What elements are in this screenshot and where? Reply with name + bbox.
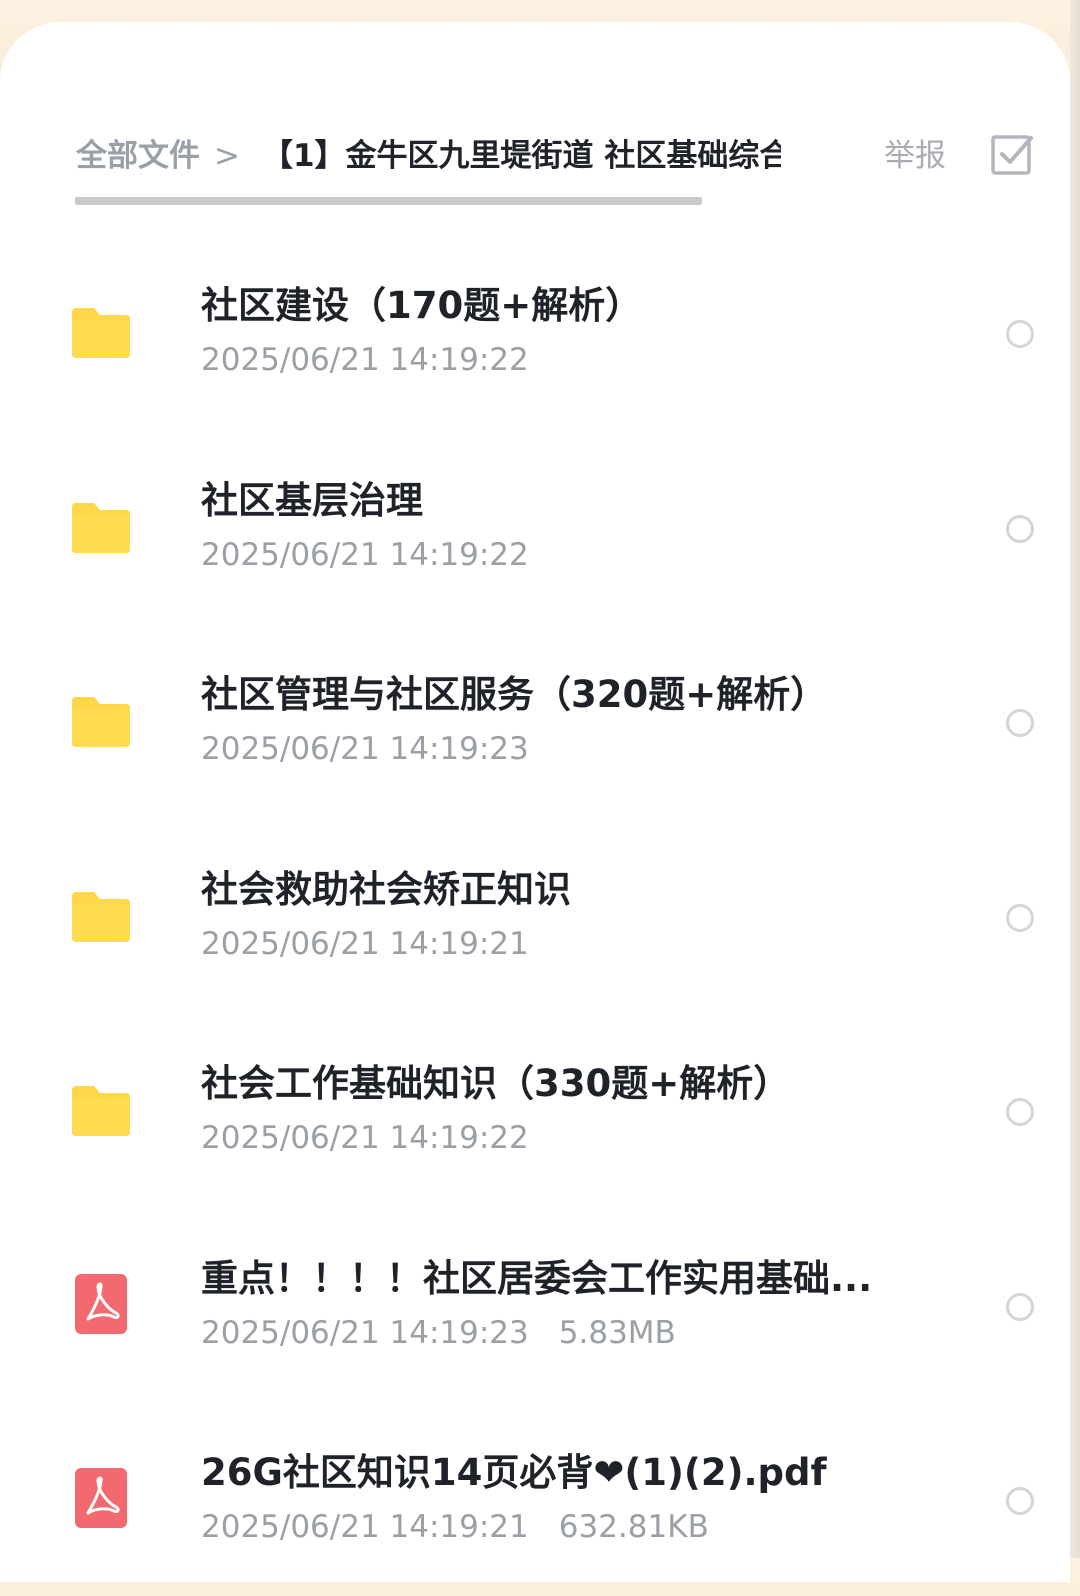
breadcrumb-current-folder: 【1】金牛区九里堤街道 社区基础综合: [261, 138, 781, 174]
select-radio[interactable]: [1006, 903, 1034, 932]
folder-icon: [72, 697, 130, 747]
file-date: 2025/06/21 14:19:21: [201, 1509, 529, 1545]
breadcrumb: 全部文件 > 【1】金牛区九里堤街道 社区基础综合: [76, 132, 781, 180]
breadcrumb-scroll-indicator: [75, 197, 702, 205]
folder-icon: [72, 891, 130, 942]
folder-icon: [72, 1086, 130, 1136]
select-radio[interactable]: [1006, 320, 1034, 348]
file-row[interactable]: 26G社区知识14页必背❤(1)(2).pdf 2025/06/21 14:19…: [0, 1401, 1070, 1596]
file-size: 5.83MB: [558, 1314, 676, 1351]
file-row[interactable]: 社会救助社会矫正知识 2025/06/21 14:19:21: [0, 818, 1070, 1013]
breadcrumb-root[interactable]: 全部文件: [76, 138, 200, 174]
file-meta: 2025/06/21 14:19:22: [201, 533, 529, 577]
file-date: 2025/06/21 14:19:23: [201, 1314, 529, 1351]
file-meta: 2025/06/21 14:19:22: [201, 338, 529, 382]
file-row[interactable]: 社区管理与社区服务（320题+解析） 2025/06/21 14:19:23: [0, 623, 1070, 818]
select-radio[interactable]: [1006, 709, 1034, 737]
file-name: 社区建设（170题+解析）: [201, 284, 643, 327]
select-radio[interactable]: [1006, 1292, 1034, 1321]
file-meta: 2025/06/21 14:19:23 5.83MB: [201, 1311, 676, 1355]
file-row[interactable]: 社区基层治理 2025/06/21 14:19:22: [0, 429, 1070, 624]
file-date: 2025/06/21 14:19:21: [201, 925, 529, 962]
file-date: 2025/06/21 14:19:22: [201, 1120, 529, 1156]
select-radio[interactable]: [1006, 1487, 1034, 1515]
pdf-icon: [75, 1273, 127, 1334]
file-name: 社区管理与社区服务（320题+解析）: [201, 673, 828, 716]
file-name: 重点！！！！社区居委会工作实用基础...: [201, 1256, 873, 1300]
header-bar: 全部文件 > 【1】金牛区九里堤街道 社区基础综合 举报: [0, 110, 1070, 200]
pdf-icon: [75, 1468, 127, 1528]
file-meta: 2025/06/21 14:19:21: [201, 922, 529, 966]
file-meta: 2025/06/21 14:19:22: [201, 1116, 529, 1160]
file-row[interactable]: 社会工作基础知识（330题+解析） 2025/06/21 14:19:22: [0, 1012, 1070, 1207]
file-name: 社区基层治理: [201, 478, 423, 522]
file-date: 2025/06/21 14:19:22: [201, 342, 529, 378]
file-meta: 2025/06/21 14:19:23: [201, 727, 529, 771]
file-name: 26G社区知识14页必背❤(1)(2).pdf: [201, 1451, 827, 1494]
checkbox-select-icon[interactable]: [990, 132, 1034, 176]
file-date: 2025/06/21 14:19:22: [201, 536, 529, 573]
file-row[interactable]: 重点！！！！社区居委会工作实用基础... 2025/06/21 14:19:23…: [0, 1207, 1070, 1402]
file-size: 632.81KB: [558, 1509, 709, 1545]
file-name: 社会工作基础知识（330题+解析）: [201, 1062, 791, 1105]
file-name: 社会救助社会矫正知识: [201, 867, 571, 911]
select-radio[interactable]: [1006, 1098, 1034, 1126]
file-row[interactable]: 社区建设（170题+解析） 2025/06/21 14:19:22: [0, 234, 1070, 429]
file-list: 社区建设（170题+解析） 2025/06/21 14:19:22 社区基层治理…: [0, 234, 1070, 1596]
report-button[interactable]: 举报: [884, 132, 946, 180]
folder-icon: [72, 308, 130, 358]
file-date: 2025/06/21 14:19:23: [201, 731, 529, 767]
screen-edge: [1070, 0, 1080, 1558]
folder-icon: [72, 502, 130, 553]
breadcrumb-separator: >: [214, 138, 240, 174]
file-meta: 2025/06/21 14:19:21 632.81KB: [201, 1505, 709, 1549]
select-radio[interactable]: [1006, 514, 1034, 543]
